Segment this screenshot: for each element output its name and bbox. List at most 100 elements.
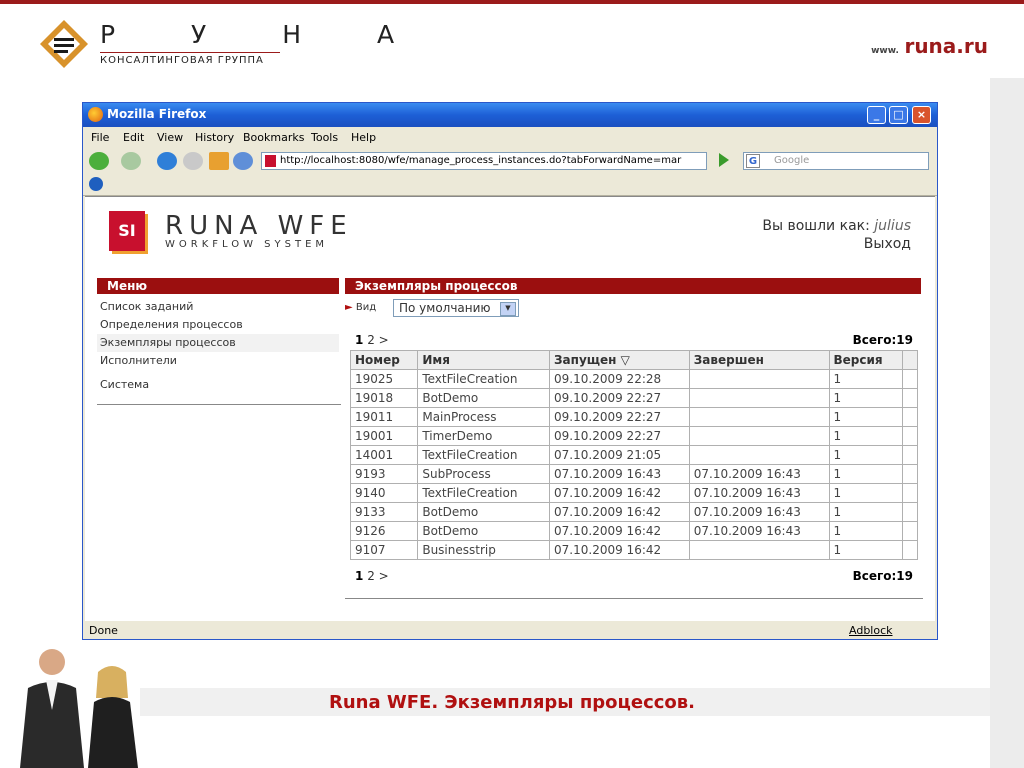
pager-next[interactable]: > [379, 569, 389, 583]
table-row[interactable]: 9140 TextFileCreation 07.10.2009 16:42 07.1… [349, 483, 919, 503]
pager-top: 1 2 > [355, 333, 389, 347]
table-row[interactable]: 9107 Businesstrip 07.10.2009 16:42 1 [349, 540, 919, 560]
logo-letters: Р У Н А [100, 20, 429, 49]
minimize-button[interactable]: _ [867, 106, 886, 124]
google-icon[interactable]: G [746, 154, 760, 168]
cell-spacer [901, 502, 919, 522]
menu-bar: File Edit View History Bookmarks Tools H… [83, 127, 937, 147]
menu-bookmarks[interactable]: Bookmarks [243, 131, 304, 144]
cell-name: BotDemo [417, 521, 551, 541]
column-spacer [901, 350, 919, 370]
cell-started: 07.10.2009 16:43 [549, 464, 690, 484]
column-number[interactable]: Номер [349, 350, 419, 370]
menu-item-system[interactable]: Система [97, 376, 339, 394]
cell-version: 1 [828, 407, 903, 427]
url-bar[interactable]: http://localhost:8080/wfe/manage_process… [261, 152, 707, 170]
logout-link[interactable]: Выход [762, 235, 911, 253]
cell-started: 07.10.2009 16:42 [549, 521, 690, 541]
menu-item-tasks[interactable]: Список заданий [97, 298, 339, 316]
slide-right-strip [990, 78, 1024, 768]
column-name[interactable]: Имя [417, 350, 551, 370]
cell-number[interactable]: 19025 [349, 369, 419, 389]
window-title: Mozilla Firefox [107, 107, 207, 121]
table-row[interactable]: 19011 MainProcess 09.10.2009 22:27 1 [349, 407, 919, 427]
cell-started: 07.10.2009 16:42 [549, 502, 690, 522]
menu-history[interactable]: History [195, 131, 234, 144]
title-bar: Mozilla Firefox _ □ × [83, 103, 937, 127]
table-row[interactable]: 9126 BotDemo 07.10.2009 16:42 07.10.2009 16… [349, 521, 919, 541]
cell-number[interactable]: 9126 [349, 521, 419, 541]
cell-name: SubProcess [417, 464, 551, 484]
view-select[interactable]: По умолчанию ▼ [393, 299, 519, 317]
table-row[interactable]: 19025 TextFileCreation 09.10.2009 22:28 1 [349, 369, 919, 389]
stop-icon[interactable] [183, 152, 203, 170]
cell-finished: 07.10.2009 16:43 [688, 464, 830, 484]
cell-spacer [901, 521, 919, 541]
table-row[interactable]: 19001 TimerDemo 09.10.2009 22:27 1 [349, 426, 919, 446]
go-icon[interactable] [719, 153, 729, 167]
table-row[interactable]: 14001 TextFileCreation 07.10.2009 21:05 1 [349, 445, 919, 465]
cell-number[interactable]: 9140 [349, 483, 419, 503]
cell-version: 1 [828, 426, 903, 446]
view-select-value: По умолчанию [399, 301, 491, 315]
menu-file[interactable]: File [91, 131, 109, 144]
adblock-link[interactable]: Adblock [849, 624, 893, 637]
back-icon[interactable] [89, 152, 109, 170]
cell-spacer [901, 445, 919, 465]
view-label: Вид [355, 302, 377, 313]
table-row[interactable]: 9133 BotDemo 07.10.2009 16:42 07.10.2009 16… [349, 502, 919, 522]
login-info: Вы вошли как: julius Выход [762, 217, 911, 253]
cell-finished [688, 426, 830, 446]
menu-divider [97, 404, 341, 405]
cell-version: 1 [828, 502, 903, 522]
login-label: Вы вошли как: [762, 218, 870, 234]
pager-bottom: 1 2 > [355, 569, 389, 583]
cell-number[interactable]: 19001 [349, 426, 419, 446]
cell-version: 1 [828, 445, 903, 465]
column-finished[interactable]: Завершен [688, 350, 830, 370]
pager-page-2[interactable]: 2 [367, 333, 375, 347]
cell-number[interactable]: 9133 [349, 502, 419, 522]
cell-spacer [901, 369, 919, 389]
menu-tools[interactable]: Tools [311, 131, 338, 144]
menu-item-executors[interactable]: Исполнители [97, 352, 339, 370]
cell-version: 1 [828, 388, 903, 408]
cell-name: TextFileCreation [417, 483, 551, 503]
menu-help[interactable]: Help [351, 131, 376, 144]
menu-item-instances[interactable]: Экземпляры процессов [97, 334, 339, 352]
firefox-icon [88, 107, 103, 122]
search-input[interactable]: G Google [743, 152, 929, 170]
site-url[interactable]: www. runa.ru [871, 34, 988, 58]
reload-icon[interactable] [157, 152, 177, 170]
pager-page-2[interactable]: 2 [367, 569, 375, 583]
cell-number[interactable]: 14001 [349, 445, 419, 465]
url-text: http://localhost:8080/wfe/manage_process… [280, 155, 682, 166]
column-version[interactable]: Версия [828, 350, 903, 370]
forward-icon[interactable] [121, 152, 141, 170]
menu-item-definitions[interactable]: Определения процессов [97, 316, 339, 334]
extension-icon[interactable] [89, 177, 103, 191]
menu-view[interactable]: View [157, 131, 183, 144]
navigation-toolbar: http://localhost:8080/wfe/manage_process… [83, 147, 937, 175]
pager-next[interactable]: > [379, 333, 389, 347]
column-started[interactable]: Запущен ▽ [549, 350, 690, 370]
close-button[interactable]: × [912, 106, 931, 124]
menu-edit[interactable]: Edit [123, 131, 144, 144]
cell-name: BotDemo [417, 388, 551, 408]
cell-number[interactable]: 19018 [349, 388, 419, 408]
cell-number[interactable]: 9107 [349, 540, 419, 560]
table-row[interactable]: 9193 SubProcess 07.10.2009 16:43 07.10.2009… [349, 464, 919, 484]
page-tools-icon[interactable] [233, 152, 253, 170]
maximize-button[interactable]: □ [889, 106, 908, 124]
extension-toolbar [83, 175, 937, 196]
chevron-down-icon[interactable]: ▼ [500, 302, 516, 316]
menu-title: Меню [97, 278, 339, 294]
status-bar: Done Adblock [83, 620, 937, 640]
home-icon[interactable] [209, 152, 229, 170]
cell-number[interactable]: 9193 [349, 464, 419, 484]
total-count-bottom: Всего:19 [852, 569, 913, 583]
table-row[interactable]: 19018 BotDemo 09.10.2009 22:27 1 [349, 388, 919, 408]
cell-finished: 07.10.2009 16:43 [688, 483, 830, 503]
cell-name: TimerDemo [417, 426, 551, 446]
cell-number[interactable]: 19011 [349, 407, 419, 427]
